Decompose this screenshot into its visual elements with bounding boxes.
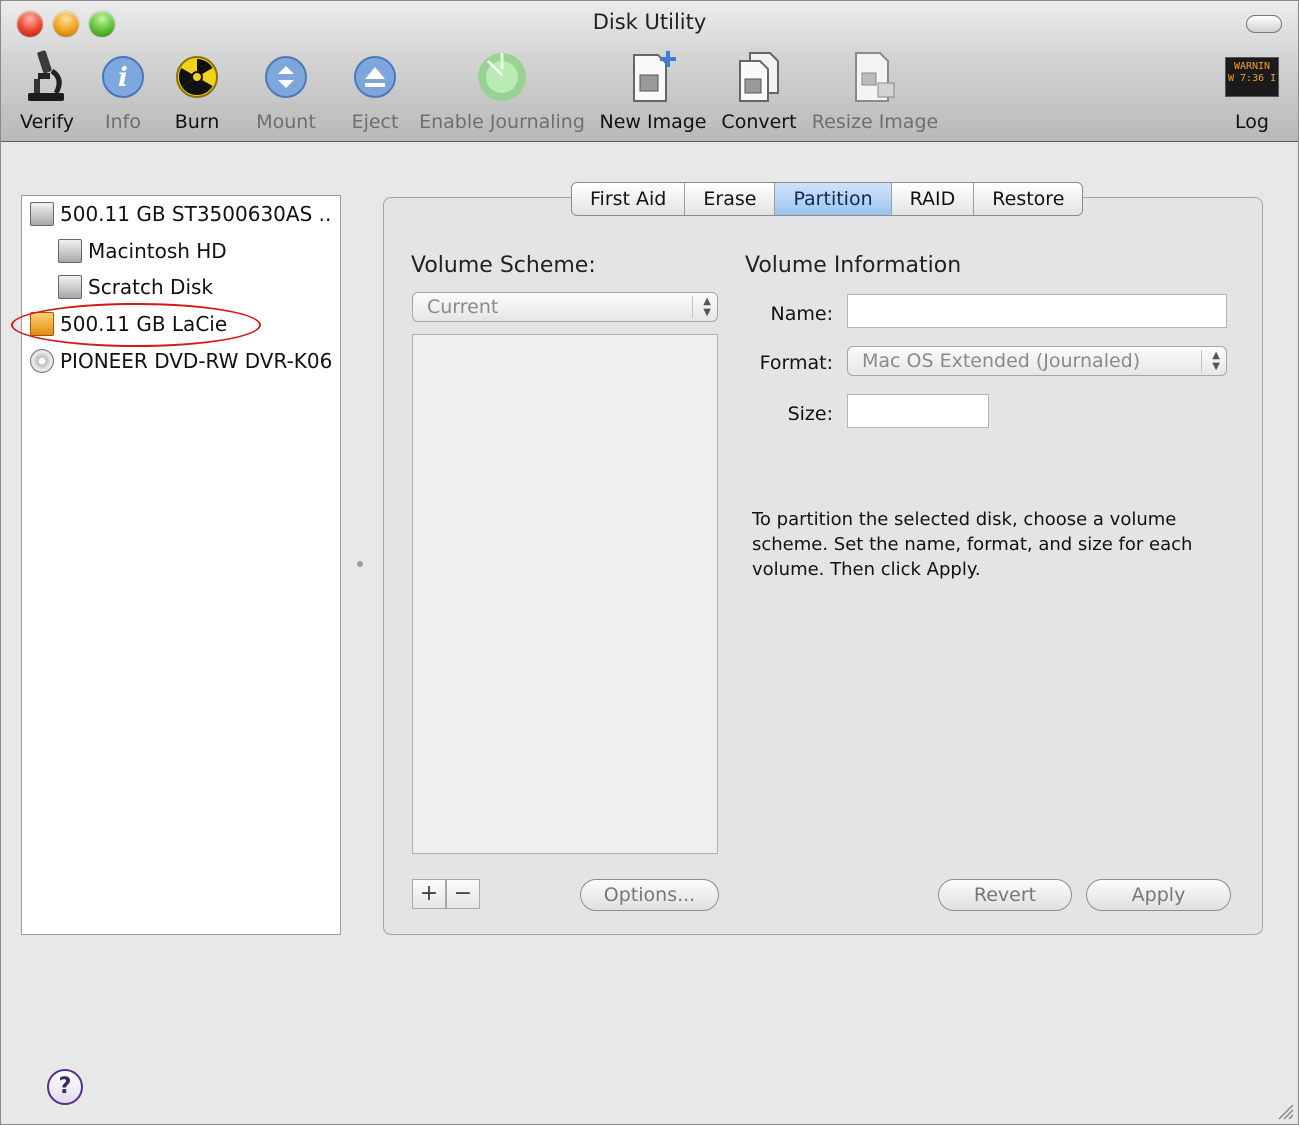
volume-icon: [58, 275, 82, 299]
resize-image-button[interactable]: Resize Image: [811, 49, 939, 133]
window-title: Disk Utility: [592, 10, 707, 34]
sidebar-item-macintosh-hd[interactable]: Macintosh HD: [58, 235, 227, 267]
format-popup[interactable]: Mac OS Extended (Journaled) ▲ ▼: [847, 346, 1227, 376]
sidebar-item-scratch-disk[interactable]: Scratch Disk: [58, 271, 213, 303]
tab-raid[interactable]: RAID: [892, 183, 975, 215]
tab-erase[interactable]: Erase: [685, 183, 776, 215]
microscope-icon: [19, 49, 75, 105]
format-label: Format:: [759, 352, 833, 374]
volume-scheme-layout[interactable]: [412, 334, 718, 854]
add-partition-button[interactable]: +: [412, 879, 446, 909]
verify-button[interactable]: Verify: [17, 49, 77, 133]
resize-grip-icon[interactable]: [1276, 1102, 1294, 1120]
convert-button[interactable]: Convert: [719, 49, 799, 133]
enable-journaling-button[interactable]: Enable Journaling: [419, 49, 585, 133]
eject-button[interactable]: Eject: [347, 49, 403, 133]
mount-icon: [258, 49, 314, 105]
help-button[interactable]: ?: [47, 1069, 83, 1105]
journaling-icon: [474, 49, 530, 105]
remove-partition-button[interactable]: −: [446, 879, 480, 909]
new-image-button[interactable]: New Image: [599, 49, 707, 133]
options-button[interactable]: Options...: [580, 879, 719, 911]
info-button[interactable]: i Info: [95, 49, 151, 133]
burn-icon: [169, 49, 225, 105]
log-icon: WARNIN W 7:36 I: [1224, 49, 1280, 105]
tab-bar: First Aid Erase Partition RAID Restore: [571, 182, 1084, 216]
resize-image-icon: [847, 49, 903, 105]
sidebar-item-pioneer-dvd[interactable]: PIONEER DVD-RW DVR-K06: [30, 345, 332, 377]
hard-disk-icon: [30, 202, 54, 226]
disk-utility-window: Disk Utility Verify i Info Burn Mount Ej…: [0, 0, 1299, 1125]
size-label: Size:: [787, 403, 833, 425]
volume-scheme-title: Volume Scheme:: [411, 253, 596, 278]
volume-information-title: Volume Information: [745, 253, 962, 278]
tab-partition[interactable]: Partition: [775, 183, 892, 215]
apply-button[interactable]: Apply: [1086, 879, 1231, 911]
burn-button[interactable]: Burn: [169, 49, 225, 133]
svg-text:i: i: [118, 63, 128, 93]
sidebar-item-st3500630as[interactable]: 500.11 GB ST3500630AS ..: [30, 198, 331, 230]
partition-instructions: To partition the selected disk, choose a…: [752, 509, 1193, 580]
new-image-icon: [625, 49, 681, 105]
split-view-handle[interactable]: [357, 561, 363, 567]
tab-restore[interactable]: Restore: [974, 183, 1082, 215]
convert-icon: [731, 49, 787, 105]
toolbar-toggle-button[interactable]: [1246, 15, 1282, 33]
size-field[interactable]: [847, 394, 989, 428]
popup-arrows-icon: ▲ ▼: [1201, 350, 1220, 372]
eject-icon: [347, 49, 403, 105]
tab-first-aid[interactable]: First Aid: [572, 183, 686, 215]
revert-button[interactable]: Revert: [938, 879, 1072, 911]
info-icon: i: [95, 49, 151, 105]
popup-arrows-icon: ▲ ▼: [692, 296, 711, 318]
volume-scheme-popup[interactable]: Current ▲ ▼: [412, 292, 718, 322]
highlight-annotation-ring: [11, 303, 261, 347]
name-label: Name:: [770, 303, 833, 325]
mount-button[interactable]: Mount: [251, 49, 321, 133]
title-toolbar: Disk Utility Verify i Info Burn Mount Ej…: [1, 1, 1298, 142]
name-field[interactable]: [847, 294, 1227, 328]
optical-drive-icon: [30, 349, 54, 373]
log-button[interactable]: WARNIN W 7:36 I Log: [1223, 49, 1281, 133]
volume-icon: [58, 239, 82, 263]
